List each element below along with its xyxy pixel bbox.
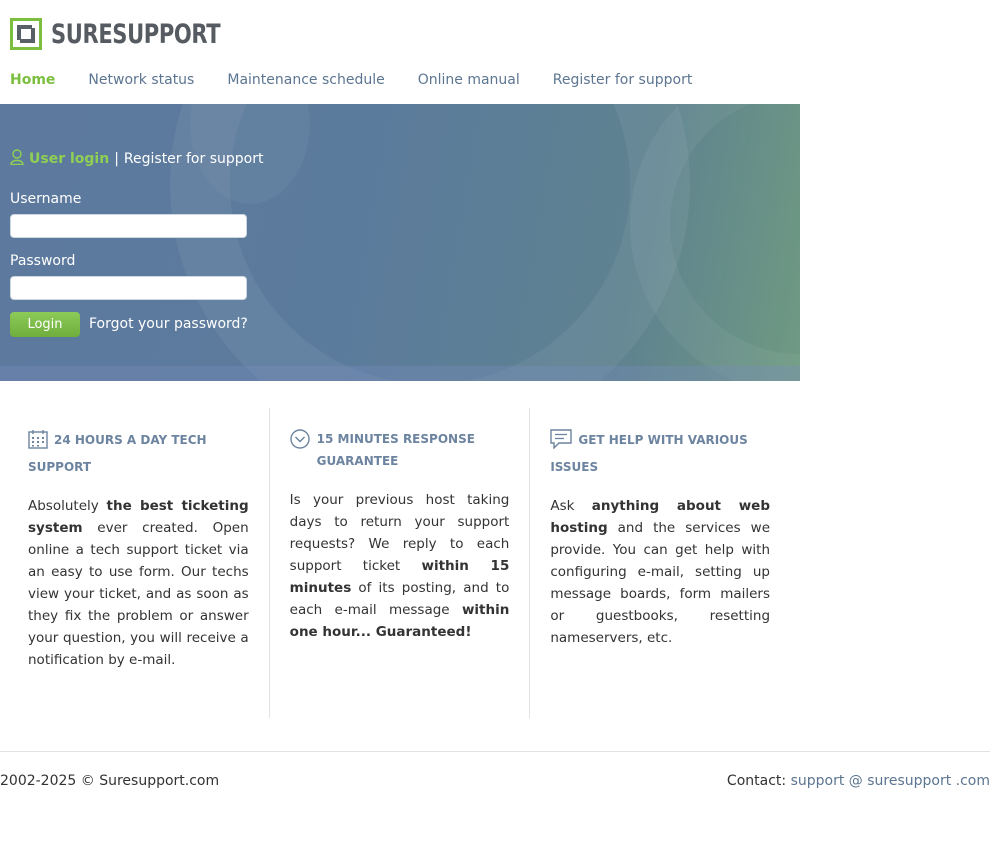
copyright: 2002-2025 © Suresupport.com [0, 773, 220, 789]
calendar-icon [28, 429, 48, 456]
site-logo[interactable]: SURESUPPORT [10, 18, 268, 50]
nav-item-home[interactable]: Home [10, 72, 55, 88]
feature-text: Is your previous host taking days to ret… [290, 489, 510, 643]
user-icon [10, 149, 24, 169]
body-text: ever created. Open online a tech support… [28, 520, 249, 668]
heading-separator: | [114, 151, 119, 167]
username-input[interactable] [10, 214, 247, 238]
register-link[interactable]: Register for support [124, 151, 264, 167]
brand-name: SURESUPPORT [51, 18, 221, 50]
password-input[interactable] [10, 276, 247, 300]
nav-item-online-manual[interactable]: Online manual [418, 72, 520, 88]
square-logo-icon [10, 18, 42, 50]
login-heading: User login | Register for support [10, 149, 263, 169]
feature-text: Absolutely the best ticketing system eve… [28, 495, 249, 671]
feature-title: 24 HOURS A DAY TECH SUPPORT [28, 428, 249, 478]
body-text: and the services we provide. You can get… [550, 520, 771, 646]
feature-response-guarantee: 15 MINUTES RESPONSE GUARANTEE Is your pr… [268, 408, 530, 718]
footer-divider [0, 751, 990, 752]
footer-contact: Contact: support @ suresupport .com [727, 773, 990, 789]
login-hero: User login | Register for support Userna… [0, 104, 800, 381]
features-section: 24 HOURS A DAY TECH SUPPORT Absolutely t… [8, 408, 790, 718]
contact-email-link[interactable]: support @ suresupport .com [791, 773, 990, 789]
password-label: Password [10, 253, 76, 269]
nav-item-maintenance-schedule[interactable]: Maintenance schedule [227, 72, 384, 88]
feature-text: Ask anything about web hosting and the s… [550, 495, 770, 649]
chat-icon [550, 429, 573, 456]
chevron-circle-icon [289, 429, 310, 472]
main-nav: Home Network status Maintenance schedule… [10, 72, 725, 88]
nav-item-network-status[interactable]: Network status [88, 72, 194, 88]
username-label: Username [10, 191, 82, 207]
user-login-label: User login [29, 151, 110, 167]
feature-various-issues: GET HELP WITH VARIOUS ISSUES Ask anythin… [529, 408, 790, 718]
feature-24h-support: 24 HOURS A DAY TECH SUPPORT Absolutely t… [8, 408, 269, 718]
body-text: Absolutely [28, 498, 107, 514]
nav-item-register[interactable]: Register for support [553, 72, 693, 88]
login-button[interactable]: Login [10, 312, 80, 337]
contact-label: Contact: [726, 773, 787, 789]
feature-title: GET HELP WITH VARIOUS ISSUES [550, 428, 770, 478]
body-text: Ask [550, 498, 592, 514]
forgot-password-link[interactable]: Forgot your password? [89, 316, 248, 332]
feature-title: 15 MINUTES RESPONSE GUARANTEE [289, 428, 510, 472]
hero-background-decoration [0, 104, 800, 381]
